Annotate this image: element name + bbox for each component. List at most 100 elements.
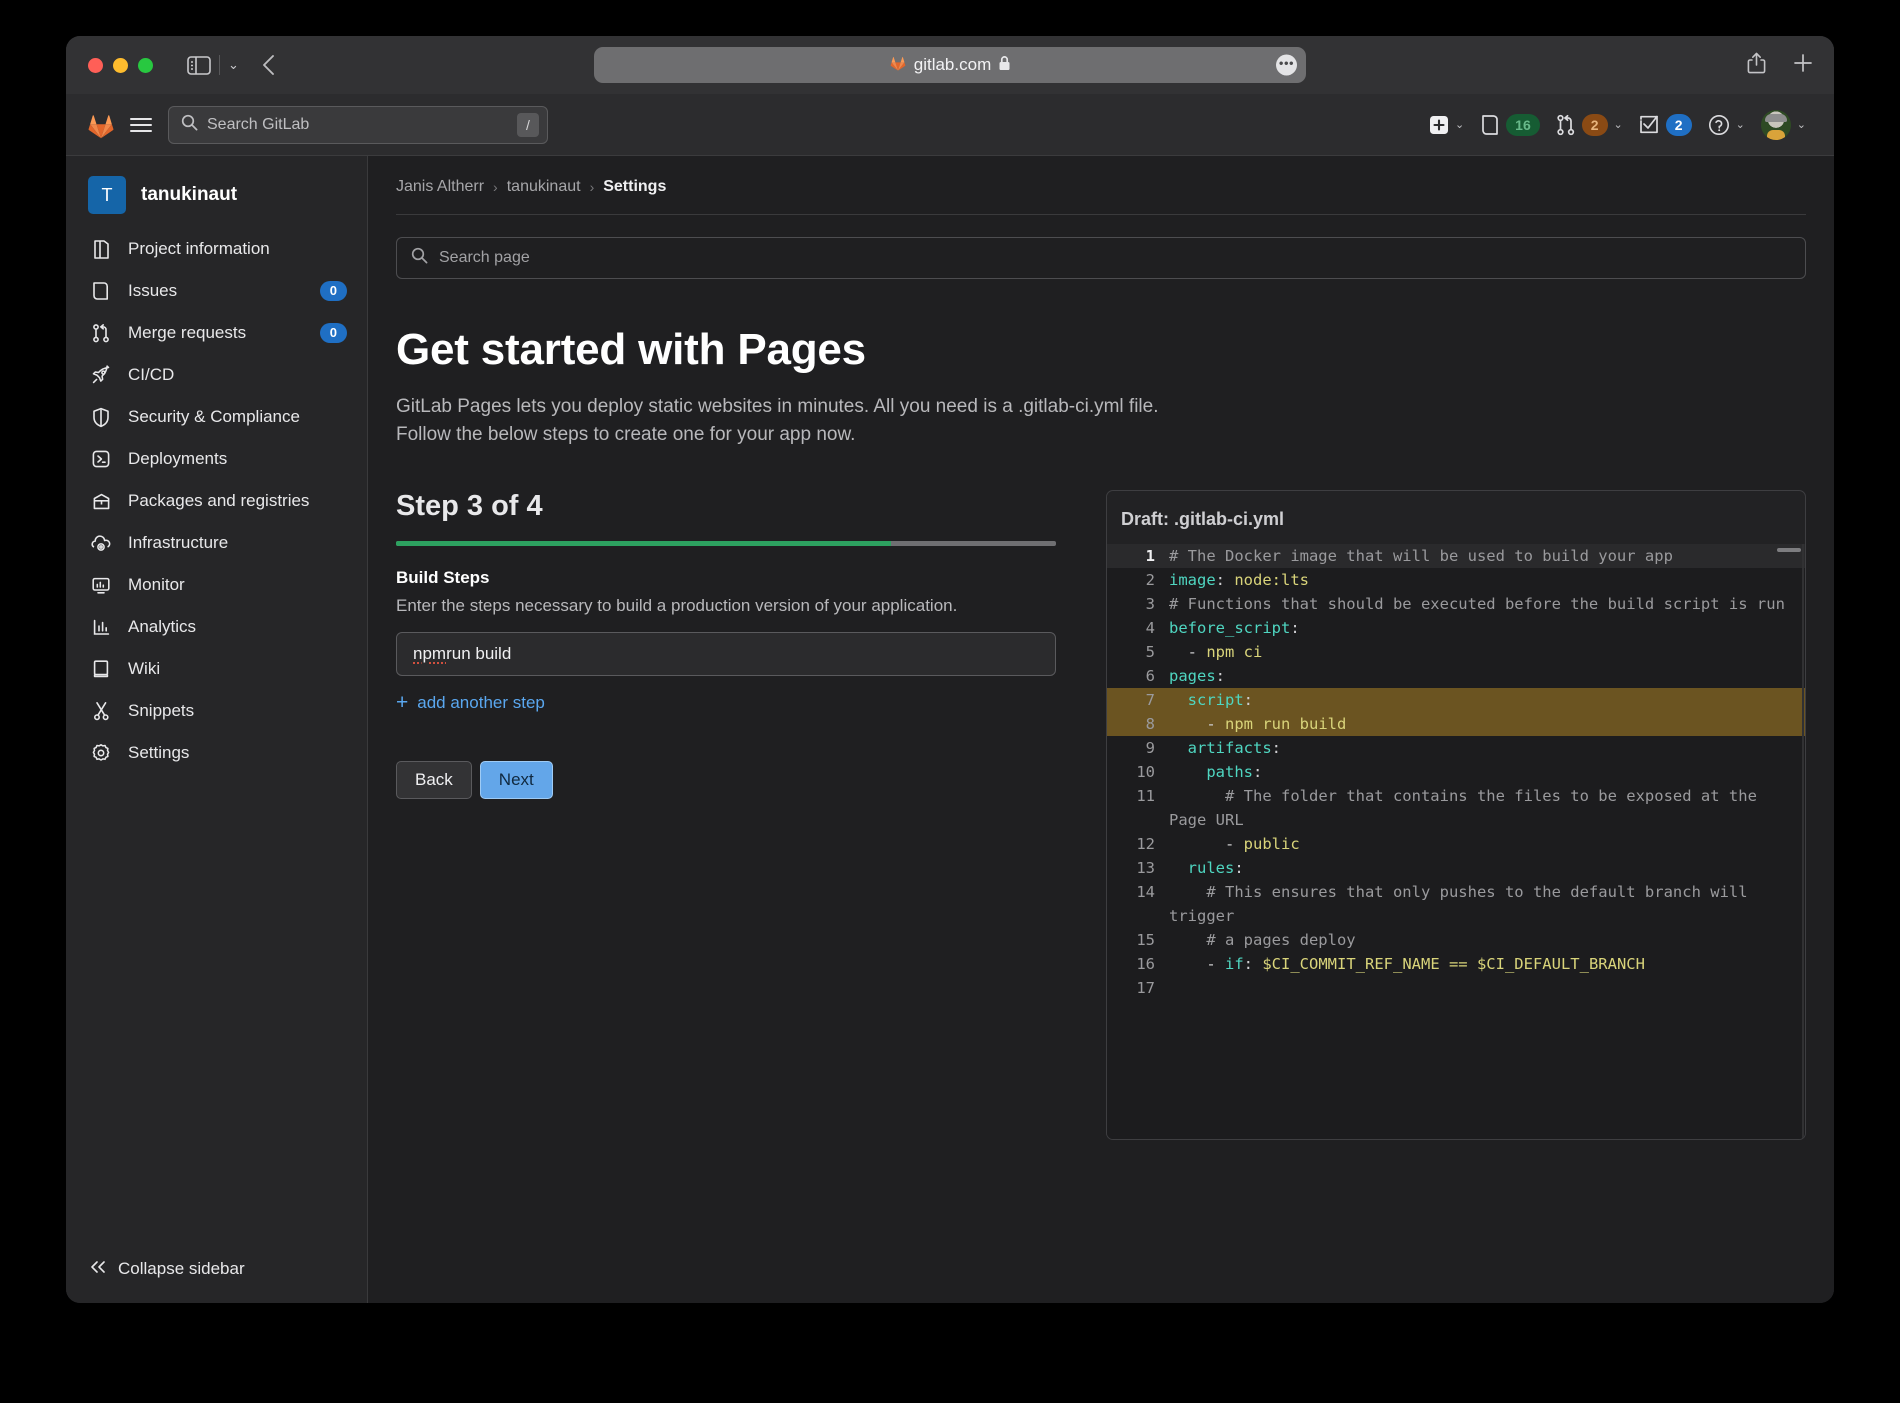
code-line[interactable]: 1# The Docker image that will be used to… — [1107, 544, 1805, 568]
sidebar-item-infrastructure[interactable]: Infrastructure — [66, 522, 367, 564]
scissors-icon — [90, 700, 112, 722]
next-button[interactable]: Next — [480, 761, 553, 799]
code-line[interactable]: 8 - npm run build — [1107, 712, 1805, 736]
code-line-number: 5 — [1107, 640, 1169, 664]
issues-nav-button[interactable]: 16 — [1474, 110, 1546, 140]
sidebar-item-count: 0 — [320, 323, 347, 343]
yaml-code-editor[interactable]: 1# The Docker image that will be used to… — [1107, 544, 1805, 1140]
sidebar-toggle-icon[interactable] — [187, 56, 211, 75]
code-line[interactable]: 5 - npm ci — [1107, 640, 1805, 664]
topnav-right-actions: ⌄ 16 2 ⌄ — [1423, 106, 1812, 144]
sidebar-item-label: Deployments — [128, 449, 227, 469]
breadcrumb-separator: › — [493, 179, 498, 195]
breadcrumb-item-group[interactable]: Janis Altherr — [396, 178, 484, 196]
code-line-text: - public — [1169, 832, 1805, 856]
sidebar-item-label: Analytics — [128, 617, 196, 637]
issues-icon — [90, 280, 112, 302]
code-line-number: 1 — [1107, 544, 1169, 568]
code-line-text: # The Docker image that will be used to … — [1169, 544, 1805, 568]
chevron-down-icon[interactable]: ⌄ — [228, 57, 239, 73]
code-token: paths — [1206, 763, 1253, 781]
chevron-down-icon: ⌄ — [1455, 118, 1464, 131]
back-arrow-icon[interactable] — [261, 53, 276, 77]
gitlab-logo[interactable] — [86, 110, 116, 140]
code-line-text: - if: $CI_COMMIT_REF_NAME == $CI_DEFAULT… — [1169, 952, 1805, 976]
code-line[interactable]: 3# Functions that should be executed bef… — [1107, 592, 1805, 616]
project-sidebar: T tanukinaut Project information — [66, 156, 368, 1303]
back-button[interactable]: Back — [396, 761, 472, 799]
code-line-text: before_script: — [1169, 616, 1805, 640]
hamburger-menu-icon[interactable] — [130, 118, 152, 132]
code-line[interactable]: 12 - public — [1107, 832, 1805, 856]
sidebar-item-deployments[interactable]: Deployments — [66, 438, 367, 480]
project-header[interactable]: T tanukinaut — [66, 168, 367, 228]
code-line[interactable]: 17 — [1107, 976, 1805, 1000]
code-line[interactable]: 7 script: — [1107, 688, 1805, 712]
sidebar-item-snippets[interactable]: Snippets — [66, 690, 367, 732]
cloud-gear-icon — [90, 532, 112, 554]
sidebar-item-project-information[interactable]: Project information — [66, 228, 367, 270]
sidebar-item-settings[interactable]: Settings — [66, 732, 367, 774]
window-controls[interactable] — [88, 58, 153, 73]
search-page-input[interactable]: Search page — [396, 237, 1806, 279]
sidebar-item-merge-requests[interactable]: Merge requests 0 — [66, 312, 367, 354]
code-token: : — [1253, 763, 1262, 781]
sidebar-item-count: 0 — [320, 281, 347, 301]
code-vertical-scrollbar[interactable] — [1802, 544, 1804, 1140]
browser-window: ⌄ gitlab. — [66, 36, 1834, 1303]
code-line[interactable]: 9 artifacts: — [1107, 736, 1805, 760]
merge-requests-nav-button[interactable]: 2 ⌄ — [1550, 110, 1629, 140]
step-indicator: Step 3 of 4 — [396, 490, 1056, 523]
user-menu-button[interactable]: ⌄ — [1755, 106, 1812, 144]
code-line[interactable]: 6pages: — [1107, 664, 1805, 688]
code-line[interactable]: 10 paths: — [1107, 760, 1805, 784]
code-line[interactable]: 13 rules: — [1107, 856, 1805, 880]
maximize-window-button[interactable] — [138, 58, 153, 73]
search-gitlab-input[interactable]: Search GitLab / — [168, 106, 548, 144]
avatar — [1761, 110, 1791, 140]
close-window-button[interactable] — [88, 58, 103, 73]
code-token: : — [1234, 859, 1243, 877]
code-line[interactable]: 4before_script: — [1107, 616, 1805, 640]
breadcrumb-item-project[interactable]: tanukinaut — [507, 178, 581, 196]
sidebar-item-wiki[interactable]: Wiki — [66, 648, 367, 690]
book-open-icon — [90, 658, 112, 680]
new-tab-plus-icon[interactable] — [1792, 52, 1814, 79]
code-line[interactable]: 15 # a pages deploy — [1107, 928, 1805, 952]
create-new-button[interactable]: ⌄ — [1423, 111, 1470, 139]
code-line[interactable]: 2image: node:lts — [1107, 568, 1805, 592]
code-line[interactable]: 11 # The folder that contains the files … — [1107, 784, 1805, 832]
page-menu-ellipsis-icon[interactable]: ••• — [1276, 55, 1297, 76]
share-icon[interactable] — [1747, 52, 1766, 79]
minimize-window-button[interactable] — [113, 58, 128, 73]
code-token — [1169, 859, 1188, 877]
build-step-input[interactable]: npm run build — [396, 632, 1056, 676]
merge-request-icon — [90, 322, 112, 344]
search-gitlab-placeholder: Search GitLab — [207, 116, 309, 134]
page-description: GitLab Pages lets you deploy static webs… — [396, 393, 1166, 448]
sidebar-item-issues[interactable]: Issues 0 — [66, 270, 367, 312]
browser-titlebar: ⌄ gitlab. — [66, 36, 1834, 94]
sidebar-item-ci-cd[interactable]: CI/CD — [66, 354, 367, 396]
code-token: # The Docker image that will be used to … — [1169, 547, 1673, 565]
sidebar-item-packages-registries[interactable]: Packages and registries — [66, 480, 367, 522]
project-avatar: T — [88, 176, 126, 214]
code-line[interactable]: 14 # This ensures that only pushes to th… — [1107, 880, 1805, 928]
sidebar-item-monitor[interactable]: Monitor — [66, 564, 367, 606]
sidebar-item-security-compliance[interactable]: Security & Compliance — [66, 396, 367, 438]
code-token: : — [1244, 955, 1263, 973]
address-bar[interactable]: gitlab.com ••• — [594, 47, 1306, 83]
code-line-number: 12 — [1107, 832, 1169, 856]
code-token: before_script — [1169, 619, 1290, 637]
code-horizontal-scrollbar[interactable] — [1777, 548, 1801, 552]
sidebar-item-analytics[interactable]: Analytics — [66, 606, 367, 648]
code-token — [1169, 763, 1206, 781]
help-button[interactable]: ⌄ — [1702, 110, 1751, 140]
step-progress-fill — [396, 541, 891, 546]
todos-nav-button[interactable]: 2 — [1633, 110, 1698, 140]
breadcrumb-separator: › — [590, 179, 595, 195]
collapse-sidebar-button[interactable]: Collapse sidebar — [66, 1241, 367, 1303]
add-another-step-button[interactable]: + add another step — [396, 692, 1056, 713]
sidebar-item-label: Security & Compliance — [128, 407, 300, 427]
code-line[interactable]: 16 - if: $CI_COMMIT_REF_NAME == $CI_DEFA… — [1107, 952, 1805, 976]
